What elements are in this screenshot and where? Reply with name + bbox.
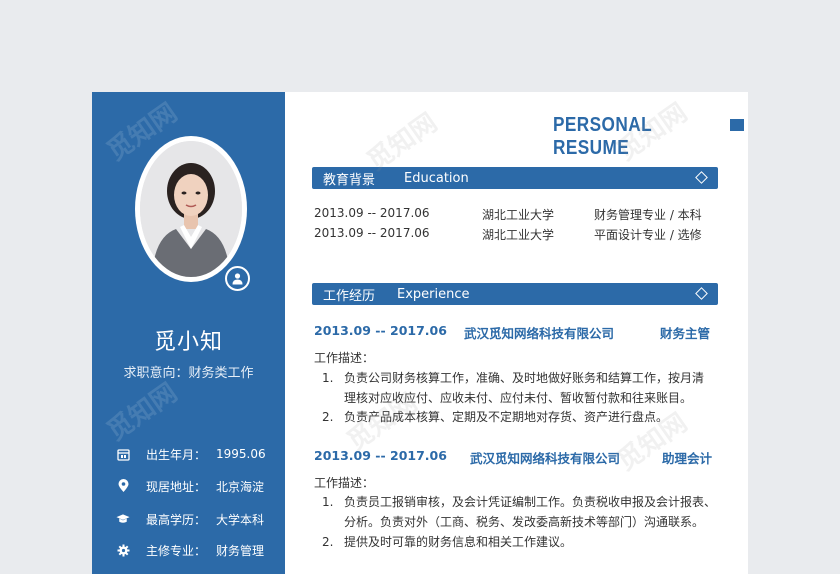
- edu-dates: 2013.09 -- 2017.06: [314, 206, 430, 220]
- education-row: 2013.09 -- 2017.06 湖北工业大学 平面设计专业 / 选修: [314, 226, 718, 244]
- job-role: 财务主管: [660, 326, 711, 341]
- user-icon: [225, 266, 250, 291]
- info-value: 财务管理: [216, 543, 265, 558]
- info-label: 最高学历：: [146, 512, 207, 527]
- info-label: 出生年月：: [146, 447, 207, 462]
- job-role: 助理会计: [662, 451, 713, 466]
- info-value: 1995.06: [216, 447, 266, 461]
- section-title-en: Experience: [397, 286, 470, 302]
- info-value: 大学本科: [216, 512, 265, 527]
- info-value: 北京海淀: [216, 479, 265, 494]
- diamond-icon: [695, 171, 708, 184]
- job-desc-label: 工作描述：: [314, 351, 375, 365]
- item-line: 提供及时可靠的财务信息和相关工作建议。: [344, 535, 573, 549]
- job-header: 2013.09 -- 2017.06 武汉觅知网络科技有限公司 财务主管: [314, 323, 714, 341]
- job-dates: 2013.09 -- 2017.06: [314, 448, 447, 463]
- gear-icon: [116, 543, 130, 557]
- education-row: 2013.09 -- 2017.06 湖北工业大学 财务管理专业 / 本科: [314, 206, 718, 224]
- edu-major: 平面设计专业 / 选修: [594, 228, 702, 242]
- item-number: 2.: [322, 535, 334, 549]
- avatar-frame: [135, 136, 247, 282]
- item-number: 1.: [322, 371, 334, 385]
- calendar-icon: [116, 447, 130, 461]
- info-row-major: 主修专业： 财务管理: [116, 541, 286, 559]
- section-header-experience: 工作经历 Experience: [312, 283, 718, 305]
- edu-school: 湖北工业大学: [482, 228, 555, 242]
- job-objective: 求职意向：财务类工作: [123, 366, 254, 381]
- job-desc-label: 工作描述：: [314, 476, 375, 490]
- candidate-name: 觅小知: [153, 330, 223, 355]
- edu-school: 湖北工业大学: [482, 208, 555, 222]
- job-dates: 2013.09 -- 2017.06: [314, 323, 447, 338]
- item-line: 分析。负责对外（工商、税务、发改委高新技术等部门）沟通联系。: [344, 515, 705, 529]
- edu-dates: 2013.09 -- 2017.06: [314, 226, 430, 240]
- section-header-education: 教育背景 Education: [312, 167, 718, 189]
- section-title-cn: 工作经历: [323, 288, 376, 304]
- graduation-cap-icon: [116, 512, 130, 526]
- job-header: 2013.09 -- 2017.06 武汉觅知网络科技有限公司 助理会计: [314, 448, 714, 466]
- item-line: 理核对应收应付、应收未付、应付未付、暂收暂付款和往来账目。: [344, 391, 693, 405]
- resume-page: 觅小知 求职意向：财务类工作 出生年月： 1995.06 现居地址： 北京海淀 …: [92, 92, 748, 574]
- title-accent: [730, 119, 744, 131]
- info-row-education: 最高学历： 大学本科: [116, 510, 286, 528]
- sidebar: 觅小知 求职意向：财务类工作 出生年月： 1995.06 现居地址： 北京海淀 …: [92, 92, 285, 574]
- location-pin-icon: [116, 479, 130, 493]
- avatar: [140, 141, 242, 277]
- info-row-address: 现居地址： 北京海淀: [116, 477, 286, 495]
- info-label: 主修专业：: [146, 543, 207, 558]
- item-line: 负责公司财务核算工作，准确、及时地做好账务和结算工作，按月清: [344, 371, 705, 385]
- item-number: 1.: [322, 495, 334, 509]
- item-line: 负责产品成本核算、定期及不定期地对存货、资产进行盘点。: [344, 410, 669, 424]
- item-number: 2.: [322, 410, 334, 424]
- info-row-birth: 出生年月： 1995.06: [116, 445, 286, 463]
- item-line: 负责员工报销审核，及会计凭证编制工作。负责税收申报及会计报表、: [344, 495, 717, 509]
- info-label: 现居地址：: [146, 479, 207, 494]
- section-title-cn: 教育背景: [323, 172, 376, 188]
- section-title-en: Education: [404, 170, 469, 186]
- diamond-icon: [695, 287, 708, 300]
- job-company: 武汉觅知网络科技有限公司: [464, 326, 615, 341]
- edu-major: 财务管理专业 / 本科: [594, 208, 702, 222]
- page-title: PERSONAL RESUME: [553, 114, 652, 159]
- job-company: 武汉觅知网络科技有限公司: [470, 451, 621, 466]
